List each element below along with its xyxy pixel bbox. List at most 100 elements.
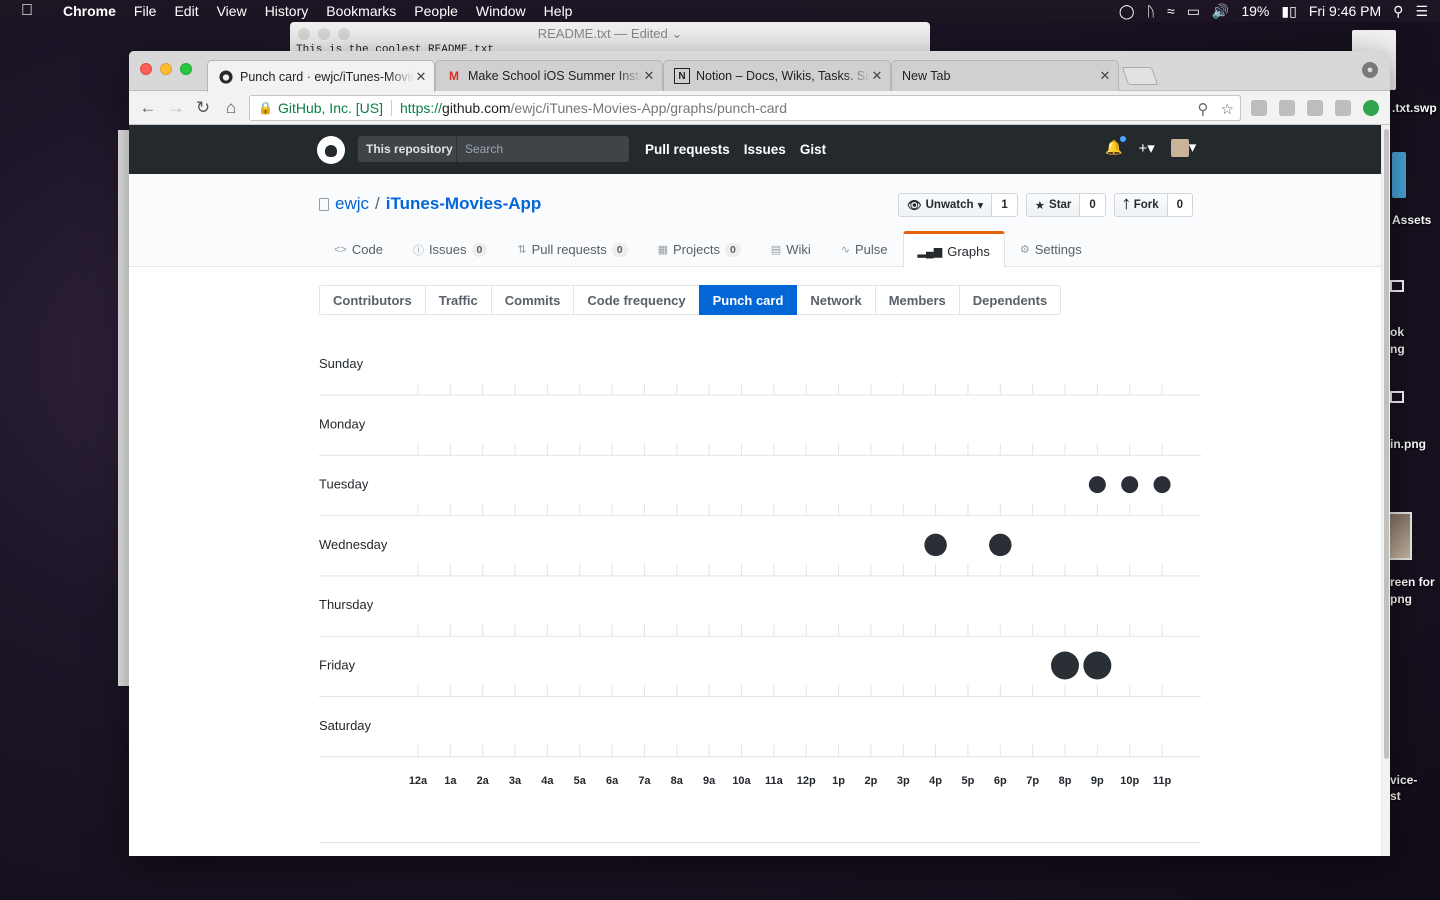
repo-name-link[interactable]: iTunes-Movies-App	[386, 194, 542, 214]
fork-button[interactable]: ᛏ Fork	[1113, 193, 1168, 217]
tab-wiki[interactable]: ▤ Wiki	[756, 231, 826, 267]
wifi-icon[interactable]: ≈	[1167, 3, 1175, 19]
tab-pulse[interactable]: ∿ Pulse	[826, 231, 903, 267]
subnav-traffic[interactable]: Traffic	[424, 285, 492, 315]
github-logo-icon[interactable]	[317, 136, 345, 164]
nav-pull-requests[interactable]: Pull requests	[645, 142, 730, 157]
zoom-icon[interactable]: ⚲	[1198, 100, 1209, 118]
search-scope-label[interactable]: This repository	[358, 136, 461, 162]
tab-title: Make School iOS Summer Instructors	[468, 69, 642, 83]
menu-help[interactable]: Help	[535, 3, 582, 19]
page-scrollbar[interactable]	[1381, 125, 1390, 856]
search-input[interactable]: Search	[456, 136, 629, 162]
reload-icon[interactable]: ↻	[192, 97, 214, 119]
desktop-label[interactable]: st	[1390, 789, 1401, 803]
watchers-count[interactable]: 1	[992, 193, 1018, 217]
tab-issues[interactable]: ⓘ Issues 0	[398, 231, 502, 267]
notification-center-icon[interactable]: ☰	[1415, 3, 1428, 20]
desktop-label[interactable]: vice-	[1390, 773, 1417, 787]
tab-gmail[interactable]: M Make School iOS Summer Instructors ✕	[435, 60, 663, 91]
menu-app-name[interactable]: Chrome	[54, 3, 125, 19]
menu-view[interactable]: View	[208, 3, 256, 19]
desktop-label[interactable]: ok	[1390, 325, 1404, 339]
tab-graphs[interactable]: ▂▄▆ Graphs	[902, 231, 1005, 268]
bookmark-star-icon[interactable]: ☆	[1221, 100, 1234, 118]
close-tab-icon[interactable]: ✕	[414, 69, 428, 85]
desktop-label[interactable]: Assets	[1392, 213, 1431, 227]
graph-icon: ▂▄▆	[917, 245, 943, 258]
unwatch-button[interactable]: 👁 Unwatch ▾	[898, 193, 993, 217]
apple-icon[interactable]: 	[0, 2, 54, 20]
zoom-window-button[interactable]	[180, 63, 192, 75]
forks-count[interactable]: 0	[1167, 193, 1194, 217]
desktop-label[interactable]: reen for	[1390, 575, 1435, 589]
tab-notion[interactable]: N Notion – Docs, Wikis, Tasks. Simple. ✕	[663, 60, 891, 91]
tab-projects[interactable]: ▦ Projects 0	[643, 231, 756, 267]
battery-icon[interactable]: ▮▯	[1281, 3, 1296, 20]
close-window-button[interactable]	[140, 63, 152, 75]
tab-pull-requests[interactable]: ⇅ Pull requests 0	[502, 231, 642, 267]
subnav-dependents[interactable]: Dependents	[958, 285, 1062, 315]
profile-icon[interactable]: ●	[1362, 62, 1378, 78]
menu-edit[interactable]: Edit	[165, 3, 207, 19]
lock-icon[interactable]: 🔒	[258, 101, 273, 115]
menu-file[interactable]: File	[125, 3, 166, 19]
back-arrow-icon[interactable]: ←	[137, 97, 159, 119]
menu-bookmarks[interactable]: Bookmarks	[317, 3, 405, 19]
desktop-image-icon[interactable]	[1388, 512, 1412, 560]
desktop-file-icon[interactable]	[1390, 391, 1404, 403]
subnav-commits[interactable]: Commits	[490, 285, 575, 315]
sync-icon[interactable]: ◯	[1119, 3, 1135, 20]
day-label: Monday	[319, 416, 366, 431]
extension-icon[interactable]	[1363, 100, 1379, 116]
star-button[interactable]: ★ Star	[1025, 193, 1081, 217]
repo-owner-link[interactable]: ewjc	[335, 194, 369, 214]
desktop-label[interactable]: png	[1390, 592, 1412, 606]
subnav-contributors[interactable]: Contributors	[319, 285, 426, 315]
airplay-icon[interactable]: ▭	[1187, 3, 1200, 20]
home-icon[interactable]: ⌂	[220, 97, 242, 119]
notification-bell-icon[interactable]: 🔔	[1105, 135, 1128, 156]
menu-people[interactable]: People	[405, 3, 467, 19]
subnav-code-frequency[interactable]: Code frequency	[573, 285, 700, 315]
close-tab-icon[interactable]: ✕	[870, 68, 884, 84]
user-menu[interactable]: ▾	[1170, 138, 1196, 158]
extension-icon[interactable]	[1335, 100, 1351, 116]
spotlight-icon[interactable]: ⚲	[1393, 3, 1403, 20]
desktop-label[interactable]: ng	[1390, 342, 1405, 356]
minimize-window-button[interactable]	[160, 63, 172, 75]
desktop-label[interactable]: .txt.swp	[1392, 101, 1437, 115]
day-label: Wednesday	[319, 537, 388, 552]
desktop-file-icon[interactable]	[1390, 280, 1404, 292]
desktop-label[interactable]: in.png	[1390, 437, 1426, 451]
nav-gist[interactable]: Gist	[800, 142, 826, 157]
stars-count[interactable]: 0	[1080, 193, 1106, 217]
address-bar[interactable]: 🔒 GitHub, Inc. [US] https://github.com/e…	[249, 95, 1241, 121]
extension-icon[interactable]	[1279, 100, 1295, 116]
ev-certificate-name[interactable]: GitHub, Inc. [US]	[278, 100, 383, 116]
desktop-folder-icon[interactable]	[1392, 152, 1406, 198]
menu-window[interactable]: Window	[467, 3, 535, 19]
battery-percent[interactable]: 19%	[1241, 3, 1269, 19]
subnav-punch-card[interactable]: Punch card	[698, 285, 798, 315]
nav-issues[interactable]: Issues	[744, 142, 786, 157]
extension-icon[interactable]	[1251, 100, 1267, 116]
tab-settings[interactable]: ⚙ Settings	[1005, 231, 1097, 267]
tab-punch-card[interactable]: Punch card · ewjc/iTunes-Movies-App ✕	[207, 60, 435, 92]
forward-arrow-icon[interactable]: →	[165, 97, 187, 119]
tab-new-tab[interactable]: New Tab ✕	[891, 60, 1119, 91]
create-new-icon[interactable]: +▾	[1138, 139, 1154, 157]
close-tab-icon[interactable]: ✕	[642, 68, 656, 84]
hour-label: 11p	[1153, 775, 1172, 787]
tab-code[interactable]: <> Code	[319, 231, 398, 267]
extension-icon[interactable]	[1307, 100, 1323, 116]
subnav-network[interactable]: Network	[796, 285, 876, 315]
new-tab-button[interactable]	[1121, 67, 1159, 85]
menubar-clock[interactable]: Fri 9:46 PM	[1309, 3, 1381, 19]
close-tab-icon[interactable]: ✕	[1098, 68, 1112, 84]
volume-icon[interactable]: 🔊	[1212, 3, 1229, 20]
bluetooth-icon[interactable]: ᚢ	[1147, 3, 1155, 19]
subnav-members[interactable]: Members	[874, 285, 960, 315]
scrollbar-thumb[interactable]	[1384, 129, 1389, 759]
menu-history[interactable]: History	[256, 3, 318, 19]
